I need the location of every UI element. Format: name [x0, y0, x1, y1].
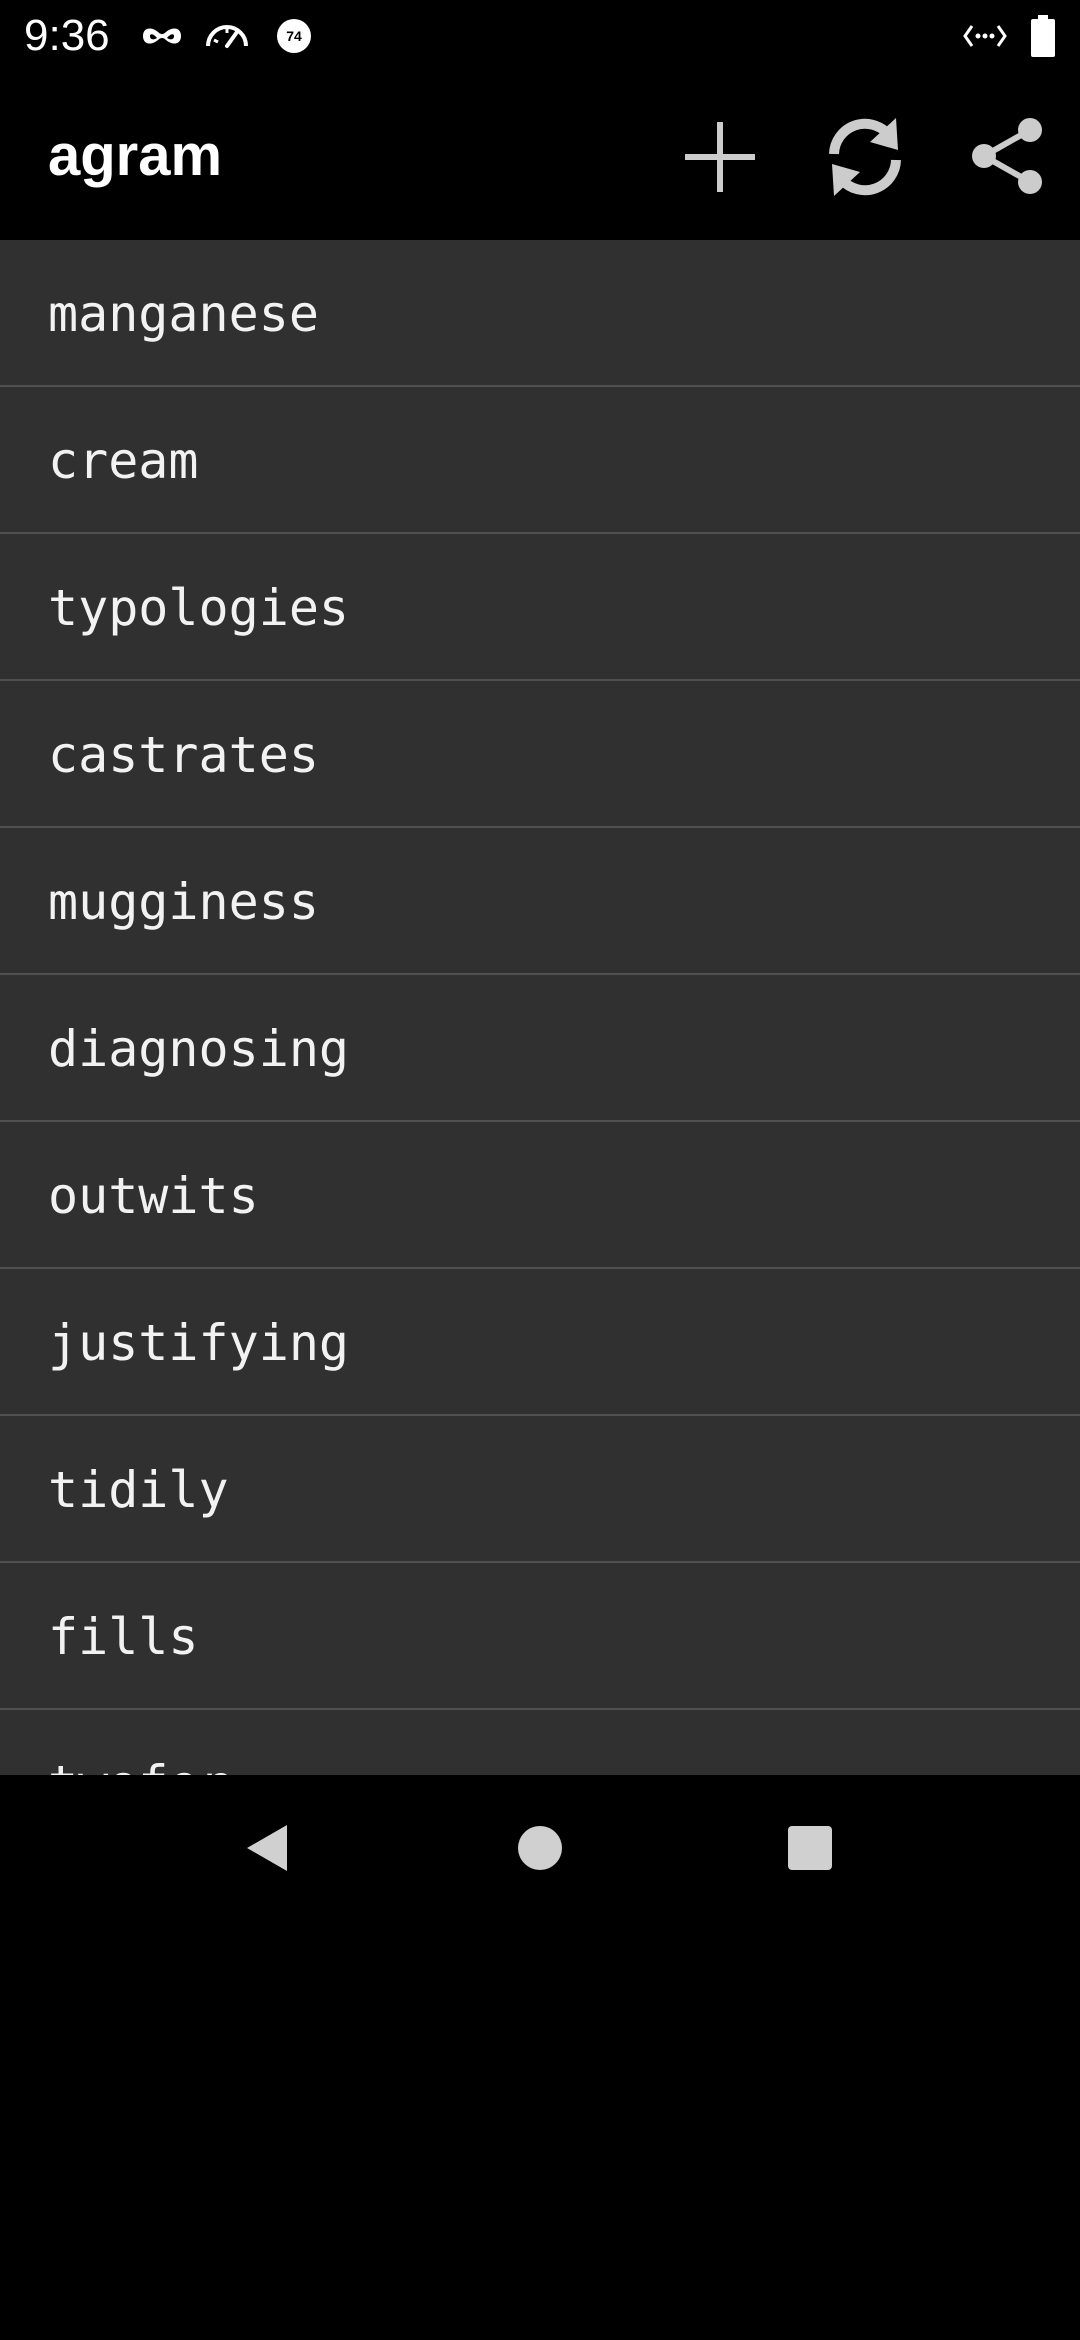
battery-fill: [1031, 19, 1055, 57]
list-item[interactable]: diagnosing: [0, 975, 1080, 1122]
refresh-icon[interactable]: [820, 112, 910, 202]
list-item[interactable]: castrates: [0, 681, 1080, 828]
back-icon[interactable]: [223, 1803, 313, 1893]
app-title: agram: [48, 123, 223, 188]
list-item[interactable]: manganese: [0, 240, 1080, 387]
list-item-word: fills: [48, 1608, 199, 1666]
home-icon[interactable]: [495, 1803, 585, 1893]
recents-icon[interactable]: [765, 1803, 855, 1893]
list-item[interactable]: mugginess: [0, 828, 1080, 975]
list-item-word: tidily: [48, 1461, 229, 1519]
list-item[interactable]: fills: [0, 1563, 1080, 1710]
list-item-word: twofer: [48, 1754, 229, 1775]
list-item[interactable]: outwits: [0, 1122, 1080, 1269]
list-item-word: mugginess: [48, 873, 319, 931]
status-time: 9:36: [24, 11, 110, 60]
list-item[interactable]: typologies: [0, 534, 1080, 681]
share-icon[interactable]: [964, 112, 1054, 202]
list-item-word: outwits: [48, 1167, 259, 1225]
list-item-word: justifying: [48, 1314, 350, 1372]
list-item[interactable]: cream: [0, 387, 1080, 534]
notification-count-icon: 74: [277, 19, 311, 53]
data-saver-icon: [963, 25, 1007, 47]
word-list[interactable]: manganese cream typologies castrates mug…: [0, 240, 1080, 1775]
battery-icon: [1031, 15, 1055, 57]
list-item-word: cream: [48, 432, 199, 490]
list-item-word: typologies: [48, 579, 350, 637]
list-item-word: diagnosing: [48, 1020, 350, 1078]
navigation-bar: [0, 1775, 1080, 1920]
notification-count: 74: [286, 28, 302, 44]
add-icon[interactable]: [675, 112, 765, 202]
status-bar: 9:36 74: [0, 0, 1080, 72]
list-item[interactable]: tidily: [0, 1416, 1080, 1563]
list-item-word: castrates: [48, 726, 319, 784]
app-bar: agram: [0, 72, 1080, 240]
list-item-word: manganese: [48, 285, 319, 343]
speedometer-icon: [206, 25, 248, 48]
incognito-icon: [143, 28, 181, 44]
list-item[interactable]: justifying: [0, 1269, 1080, 1416]
list-item[interactable]: twofer: [0, 1710, 1080, 1775]
